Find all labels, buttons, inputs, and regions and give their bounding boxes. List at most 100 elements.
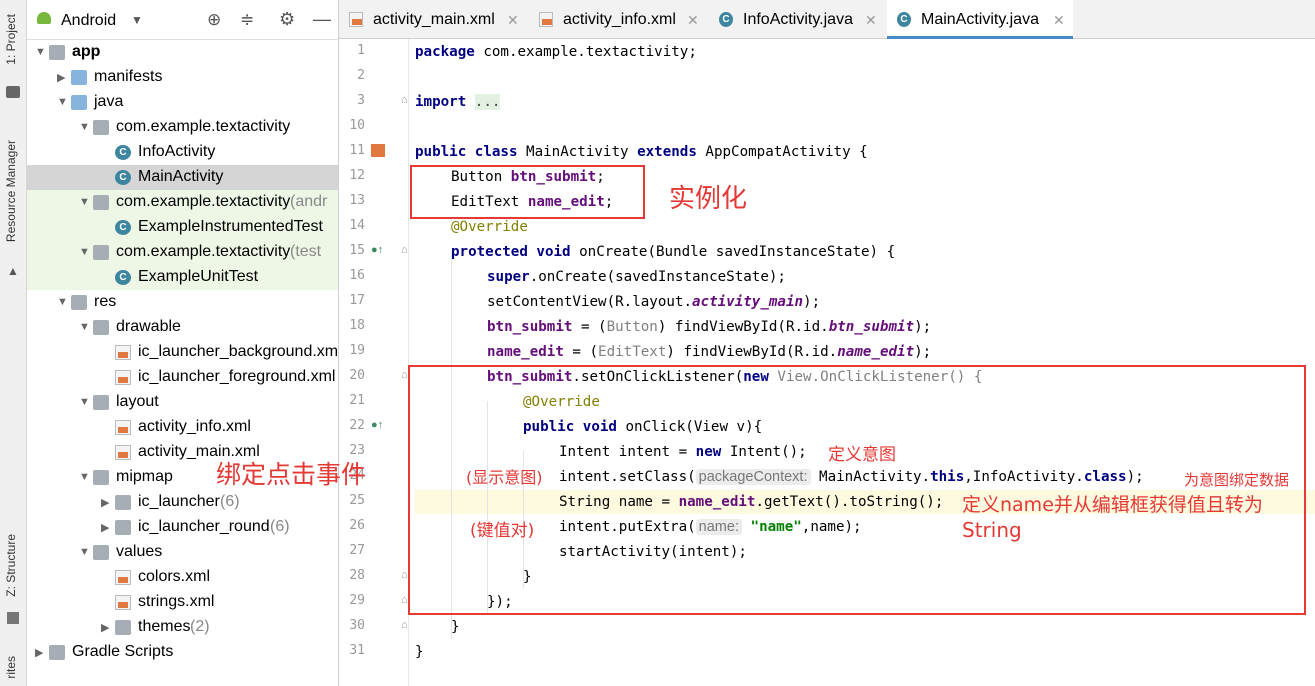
chevron-right-icon[interactable]: ▶ [57, 71, 67, 84]
close-icon[interactable]: ✕ [865, 0, 877, 40]
close-icon[interactable]: ✕ [687, 0, 699, 40]
tree-item-folder[interactable]: ▼ drawable [27, 315, 338, 340]
hide-panel-icon[interactable]: — [313, 9, 331, 30]
fold-marker-icon[interactable]: ⌂ [401, 94, 408, 106]
xml-file-icon [349, 12, 363, 27]
tree-item-label: drawable [116, 318, 181, 335]
tree-item-label: mipmap [116, 468, 173, 485]
tree-item-class[interactable]: C ExampleUnitTest [27, 265, 338, 290]
tree-item-folder[interactable]: ▶ themes (2) [27, 615, 338, 640]
line-number: 14 [349, 218, 365, 233]
tree-item-package[interactable]: ▼ com.example.textactivity (andr [27, 190, 338, 215]
folder-icon [93, 120, 109, 135]
editor-tab[interactable]: activity_info.xml ✕ [529, 0, 707, 39]
tree-item-res[interactable]: ▼ res [27, 290, 338, 315]
tree-item-folder[interactable]: ▶ ic_launcher_round (6) [27, 515, 338, 540]
line-number: 31 [349, 643, 365, 658]
chevron-down-icon[interactable]: ▼ [35, 46, 46, 58]
string-note: String [962, 518, 1022, 542]
project-tool-tab[interactable]: 1: Project [4, 14, 18, 65]
gear-icon[interactable]: ⚙ [279, 9, 295, 30]
structure-tool-tab[interactable]: Z: Structure [4, 534, 18, 597]
tree-item-file[interactable]: strings.xml [27, 590, 338, 615]
tree-item-label: ExampleInstrumentedTest [138, 218, 323, 235]
fold-marker-icon[interactable]: ⌂ [401, 569, 408, 581]
tool-window-strip: 1: Project Resource Manager ▲ Z: Structu… [0, 0, 27, 686]
tree-item-folder[interactable]: ▼ values [27, 540, 338, 565]
class-icon: C [897, 12, 911, 27]
tree-item-label: res [94, 293, 117, 310]
key-value-note: (键值对) [470, 521, 535, 541]
tree-item-suffix: (6) [220, 493, 240, 510]
tree-item-package[interactable]: ▼ com.example.textactivity [27, 115, 338, 140]
layout-link-icon[interactable] [371, 144, 385, 157]
tree-item-java[interactable]: ▼ java [27, 90, 338, 115]
chevron-down-icon[interactable]: ▼ [131, 13, 143, 27]
fold-marker-icon[interactable]: ⌂ [401, 619, 408, 631]
class-icon: C [115, 220, 131, 235]
resource-manager-tab[interactable]: Resource Manager [4, 140, 18, 242]
fold-marker-icon[interactable]: ⌂ [401, 244, 408, 256]
tree-item-label: activity_info.xml [138, 418, 251, 435]
chevron-down-icon[interactable]: ▼ [79, 121, 90, 133]
folder-icon [115, 620, 131, 635]
tree-item-file[interactable]: ic_launcher_foreground.xml [27, 365, 338, 390]
chevron-down-icon[interactable]: ▼ [79, 196, 90, 208]
favorites-tool-tab[interactable]: rites [4, 656, 18, 679]
project-view-selector[interactable]: Android [61, 12, 116, 30]
tree-item-folder[interactable]: ▼ layout [27, 390, 338, 415]
chevron-right-icon[interactable]: ▶ [101, 496, 111, 509]
override-marker-icon[interactable]: ●↑ [371, 244, 383, 256]
project-panel: Android ▼ ⊕ ≑ ⚙ — ▼ app ▶ manifests ▼ java ▼ co… [27, 0, 339, 686]
close-icon[interactable]: ✕ [1053, 0, 1065, 40]
tree-item-file[interactable]: ic_launcher_background.xml [27, 340, 338, 365]
tab-label: InfoActivity.java [743, 11, 853, 28]
folded-imports[interactable]: ... [474, 94, 501, 110]
chevron-down-icon[interactable]: ▼ [79, 546, 90, 558]
code-line-18: btn_submit = (Button) findViewById(R.id.… [487, 319, 932, 335]
tree-item-class[interactable]: C ExampleInstrumentedTest [27, 215, 338, 240]
folder-icon [93, 195, 109, 210]
tree-item-manifests[interactable]: ▶ manifests [27, 65, 338, 90]
chevron-right-icon[interactable]: ▶ [101, 521, 111, 534]
editor-tab[interactable]: C InfoActivity.java ✕ [709, 0, 885, 39]
code-line-19: name_edit = (EditText) findViewById(R.id… [487, 344, 932, 360]
line-number: 28 [349, 568, 365, 583]
chevron-down-icon[interactable]: ▼ [79, 396, 90, 408]
locate-icon[interactable]: ⊕ [207, 10, 221, 30]
line-number: 1 [357, 43, 365, 58]
chevron-down-icon[interactable]: ▼ [57, 96, 68, 108]
editor-tab[interactable]: activity_main.xml ✕ [339, 0, 527, 39]
line-number: 25 [349, 493, 365, 508]
chevron-right-icon[interactable]: ▶ [101, 621, 111, 634]
chevron-down-icon[interactable]: ▼ [79, 321, 90, 333]
tree-item-file[interactable]: colors.xml [27, 565, 338, 590]
xml-file-icon [115, 445, 131, 460]
code-line-17: setContentView(R.layout.activity_main); [487, 294, 821, 310]
bind-data-note: 为意图绑定数据 [1184, 471, 1290, 489]
tree-item-class[interactable]: C InfoActivity [27, 140, 338, 165]
chevron-down-icon[interactable]: ▼ [79, 471, 90, 483]
collapse-all-icon[interactable]: ≑ [240, 10, 254, 30]
tree-item-gradle[interactable]: ▶ Gradle Scripts [27, 640, 338, 665]
xml-file-icon [539, 12, 553, 27]
class-icon: C [115, 170, 131, 185]
chevron-down-icon[interactable]: ▼ [79, 246, 90, 258]
fold-marker-icon[interactable]: ⌂ [401, 369, 408, 381]
close-icon[interactable]: ✕ [507, 0, 519, 40]
tree-item-package[interactable]: ▼ com.example.textactivity (test [27, 240, 338, 265]
xml-file-icon [115, 595, 131, 610]
tree-item-class[interactable]: C MainActivity [27, 165, 338, 190]
tree-item-label: strings.xml [138, 593, 215, 610]
editor-tab[interactable]: C MainActivity.java ✕ [887, 0, 1073, 39]
tree-item-app[interactable]: ▼ app [27, 40, 338, 65]
code-line-3: import ... [415, 94, 501, 110]
chevron-down-icon[interactable]: ▼ [57, 296, 68, 308]
line-number: 29 [349, 593, 365, 608]
define-intent-note: 定义意图 [828, 445, 896, 465]
fold-marker-icon[interactable]: ⌂ [401, 594, 408, 606]
override-marker-icon[interactable]: ●↑ [371, 419, 383, 431]
tree-item-folder[interactable]: ▶ ic_launcher (6) [27, 490, 338, 515]
tree-item-file[interactable]: activity_info.xml [27, 415, 338, 440]
chevron-right-icon[interactable]: ▶ [35, 646, 45, 659]
